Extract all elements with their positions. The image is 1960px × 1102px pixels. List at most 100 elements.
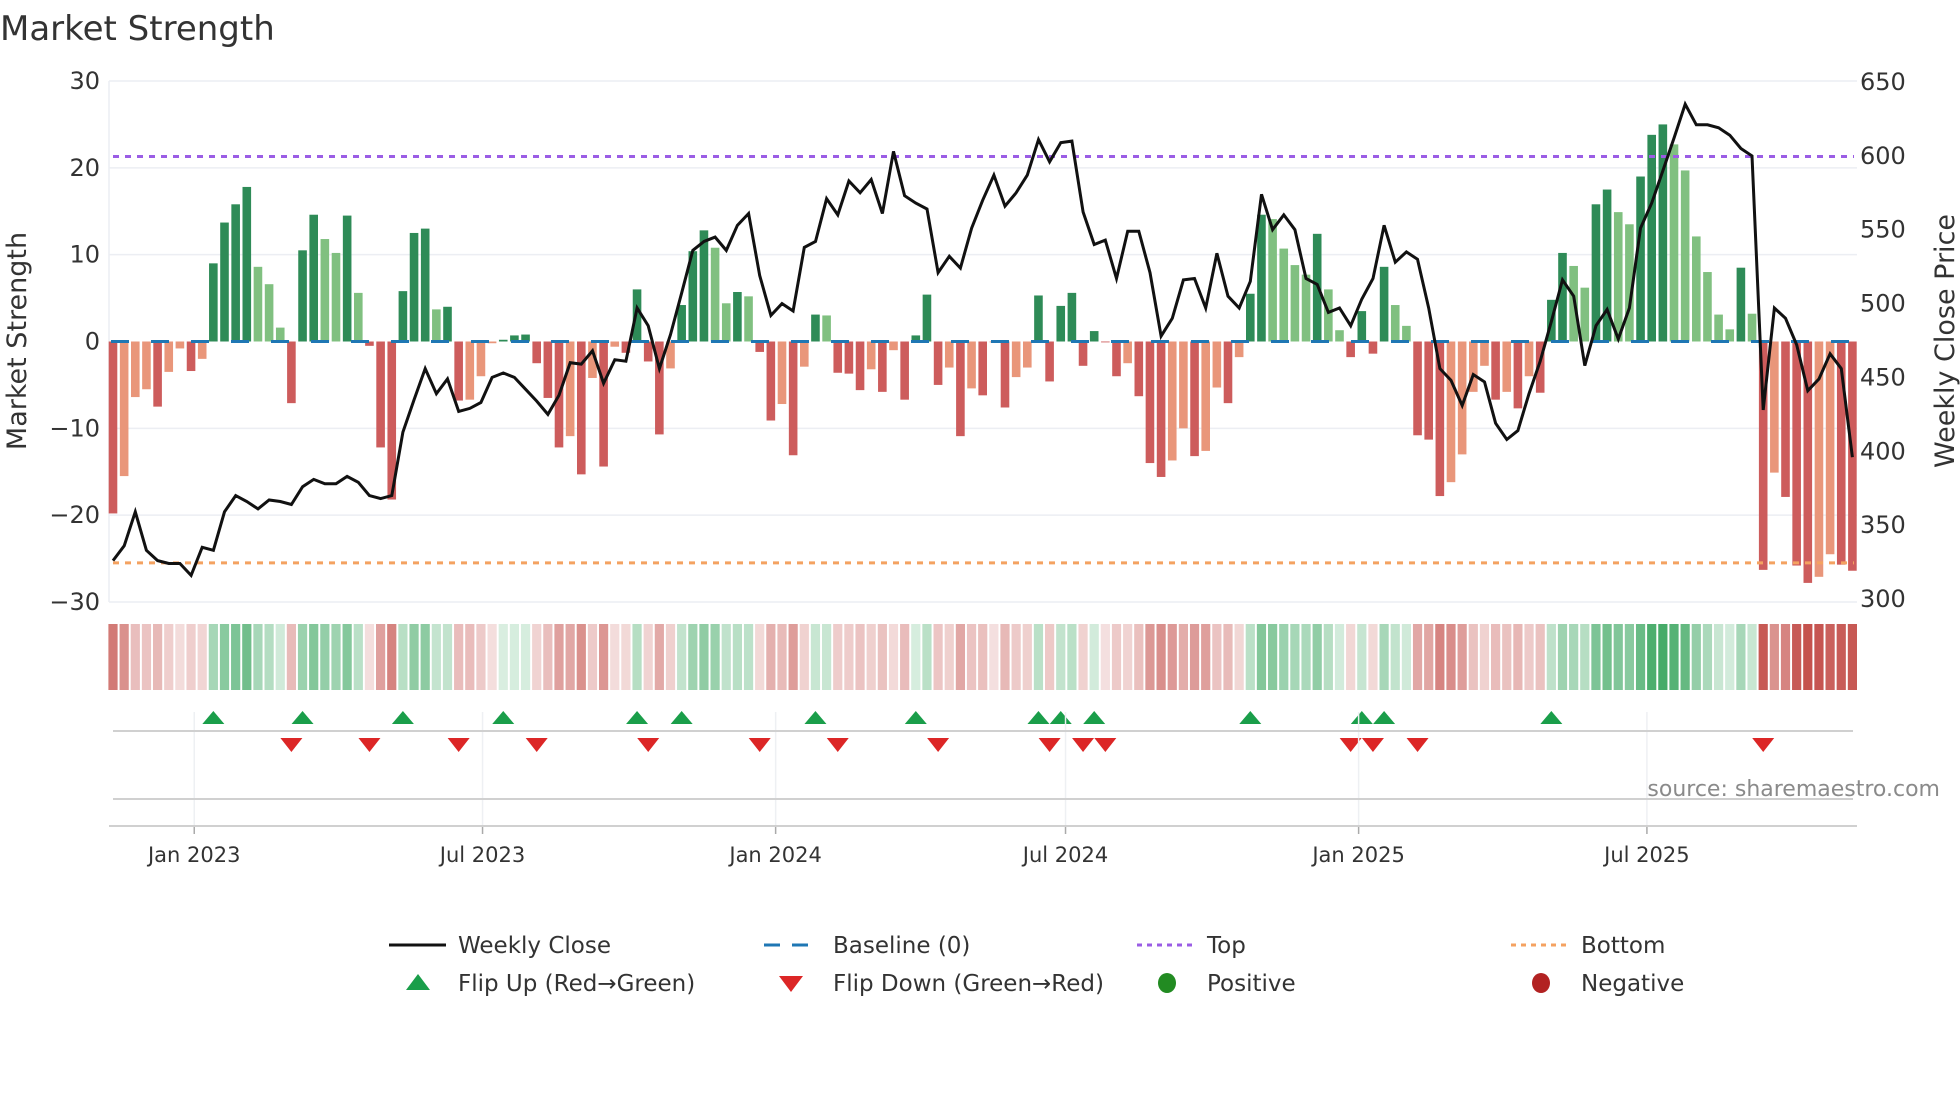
- x-tick-label: Jul 2024: [1021, 843, 1108, 867]
- strength-bar: [811, 314, 820, 342]
- legend-label: Top: [1206, 933, 1246, 959]
- strip-cell: [1491, 624, 1501, 690]
- strip-cell: [208, 624, 218, 690]
- legend-item-bottom[interactable]: Bottom: [1511, 933, 1665, 959]
- strength-bar: [1179, 341, 1188, 429]
- market-strength-chart: Market Strength 30 20 10 0 −10 −20 −30 650 600 5…: [0, 9, 1960, 997]
- strength-bars: [108, 124, 1857, 583]
- strength-bar: [1089, 331, 1099, 342]
- strip-cell: [465, 624, 475, 690]
- strength-bar: [376, 341, 385, 448]
- strip-cell: [442, 624, 453, 690]
- strip-cell: [1424, 624, 1434, 690]
- strip-cell: [1056, 624, 1066, 690]
- strength-bar: [1781, 341, 1790, 497]
- strength-bar: [1290, 265, 1300, 342]
- flip-up-marker: [202, 711, 225, 724]
- strip-cell: [1134, 624, 1144, 690]
- strip-cell: [275, 624, 285, 690]
- strip-cell: [253, 624, 263, 690]
- strength-bar: [844, 341, 854, 374]
- strip-cell: [1836, 624, 1846, 690]
- strip-cell: [1067, 624, 1077, 690]
- strip-cell: [576, 624, 586, 690]
- strip-cell: [532, 624, 542, 690]
- strength-bar: [443, 306, 452, 342]
- strip-cell: [944, 624, 954, 690]
- strip-cell: [1011, 624, 1021, 690]
- right-tick-label: 400: [1860, 437, 1906, 465]
- strip-cell: [1268, 624, 1278, 690]
- legend-label: Flip Down (Green→Red): [833, 971, 1104, 997]
- strength-bar: [1279, 248, 1289, 342]
- strength-bar: [1680, 170, 1690, 342]
- strip-cell: [1100, 624, 1110, 690]
- legend-item-flip-up[interactable]: Flip Up (Red→Green): [406, 971, 695, 997]
- source-note: source: sharemaestro.com: [1647, 777, 1940, 802]
- strip-cell: [1022, 624, 1032, 690]
- strip-cell: [621, 624, 631, 690]
- x-tick-label: Jan 2025: [1310, 843, 1405, 867]
- strip-cell: [309, 624, 319, 690]
- flip-up-marker: [804, 711, 827, 724]
- legend: Weekly Close Baseline (0) Top Bottom Fli…: [389, 933, 1684, 997]
- strength-bar: [855, 341, 865, 391]
- strength-bar: [1000, 341, 1010, 408]
- legend-item-weekly-close[interactable]: Weekly Close: [389, 933, 611, 959]
- legend-item-baseline[interactable]: Baseline (0): [764, 933, 970, 959]
- strength-bar: [1480, 341, 1489, 366]
- strip-cell: [509, 624, 519, 690]
- strip-cell: [1412, 624, 1423, 690]
- strip-cell: [1557, 624, 1568, 690]
- strip-cell: [1658, 624, 1668, 690]
- strength-bar: [1246, 293, 1255, 342]
- flip-down-marker: [358, 738, 381, 752]
- strip-cell: [1669, 624, 1679, 690]
- flip-up-marker: [1049, 711, 1072, 724]
- strength-bar: [1234, 341, 1244, 358]
- strip-cell: [297, 624, 308, 690]
- strip-cell: [1647, 624, 1657, 690]
- strip-cell: [1256, 624, 1267, 690]
- strip-cell: [476, 624, 486, 690]
- strip-cell: [141, 624, 152, 690]
- strength-bar: [1357, 311, 1367, 342]
- strength-bar: [465, 341, 475, 400]
- strip-cell: [755, 624, 765, 690]
- flip-down-marker: [525, 738, 548, 752]
- strip-cell: [1680, 624, 1690, 690]
- flip-up-marker: [1083, 711, 1106, 724]
- flip-up-marker: [492, 711, 515, 724]
- strength-bar: [1101, 341, 1110, 343]
- strength-bar: [1379, 266, 1389, 342]
- strip-cell: [1323, 624, 1333, 690]
- strip-cell: [1123, 624, 1133, 690]
- flip-up-marker: [1350, 711, 1373, 724]
- strip-cell: [877, 624, 887, 690]
- strip-cell: [1769, 624, 1779, 690]
- strength-bar: [777, 341, 787, 405]
- strength-bar: [1390, 305, 1400, 342]
- strip-cell: [1580, 624, 1590, 690]
- legend-item-negative[interactable]: Negative: [1532, 971, 1684, 997]
- flip-down-marker: [280, 738, 303, 752]
- legend-item-flip-down[interactable]: Flip Down (Green→Red): [779, 971, 1104, 997]
- legend-item-positive[interactable]: Positive: [1158, 971, 1296, 997]
- strip-cell: [1635, 624, 1646, 690]
- strength-bar: [900, 341, 909, 400]
- right-tick-label: 500: [1860, 290, 1906, 318]
- right-tick-label: 650: [1860, 68, 1906, 96]
- strip-cell: [1814, 624, 1824, 690]
- strength-bar: [487, 341, 497, 344]
- strength-bar: [1201, 341, 1210, 451]
- strength-bar: [1402, 325, 1411, 342]
- strength-bar: [432, 309, 441, 342]
- right-tick-label: 300: [1860, 585, 1906, 613]
- strip-cell: [153, 624, 163, 690]
- strip-cell: [1368, 624, 1378, 690]
- strip-cell: [286, 624, 296, 690]
- strength-bar: [1257, 214, 1266, 342]
- legend-item-top[interactable]: Top: [1137, 933, 1246, 959]
- strip-cell: [777, 624, 787, 690]
- flip-up-marker: [1239, 711, 1262, 724]
